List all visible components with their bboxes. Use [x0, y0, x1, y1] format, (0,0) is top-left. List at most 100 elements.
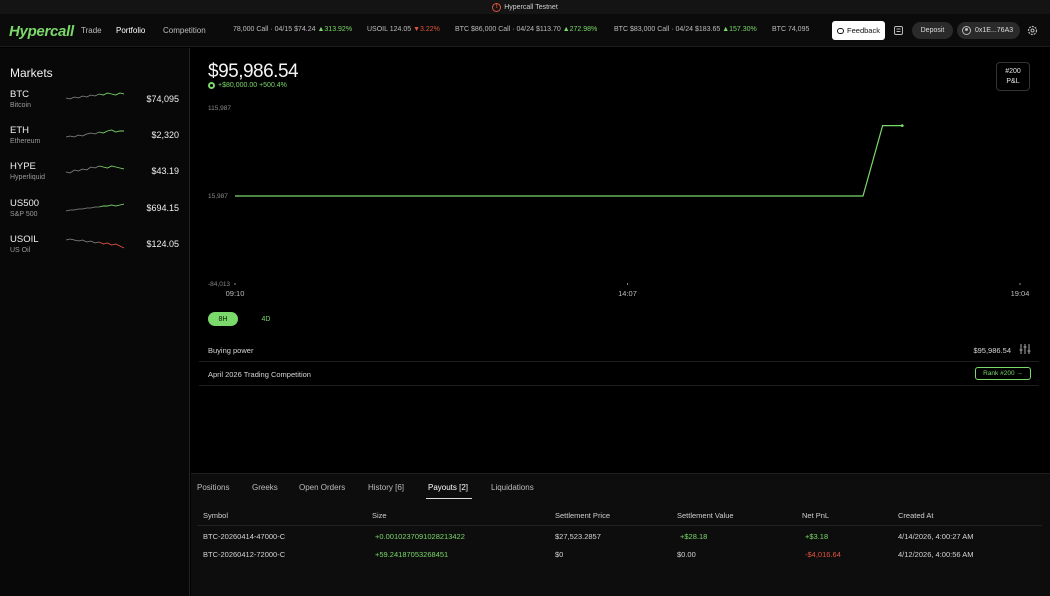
- table-row[interactable]: BTC-20260412-72000-C +59.24187053268451 …: [197, 545, 1042, 563]
- cell-settlement-price: $0: [555, 550, 564, 559]
- rank-badge[interactable]: #200 P&L: [996, 62, 1030, 91]
- ticker-price: 74,095: [787, 26, 810, 33]
- cell-size: +59.24187053268451: [375, 550, 449, 559]
- tab-liquidations[interactable]: Liquidations: [491, 483, 534, 492]
- range-button-8h[interactable]: 8H: [208, 312, 238, 326]
- ticker-item[interactable]: BTC 74,095: [772, 26, 809, 33]
- pnl-chart: 115,987 15,987 -84,01309:10 14:07 19:04: [208, 105, 1030, 298]
- portfolio-value: $95,986.54: [208, 61, 299, 82]
- market-row-usoil[interactable]: USOIL US Oil $124.05: [0, 234, 189, 266]
- cell-settlement-value: $0.00: [677, 550, 696, 559]
- tab-open-orders[interactable]: Open Orders: [299, 483, 345, 492]
- buying-power-label: Buying power: [208, 346, 254, 355]
- nav-link-trade[interactable]: Trade: [81, 26, 102, 35]
- cell-symbol: BTC-20260414-47000-C: [203, 532, 286, 541]
- sparkline-recent: [99, 165, 124, 170]
- tab-history[interactable]: History [6]: [368, 483, 404, 492]
- market-name: Hyperliquid: [10, 174, 46, 181]
- competition-label: April 2026 Trading Competition: [208, 370, 311, 379]
- market-sparkline: [66, 129, 124, 138]
- column-header-size[interactable]: Size: [372, 511, 387, 520]
- notification-icon[interactable]: [892, 24, 905, 37]
- column-header-settlement-value[interactable]: Settlement Value: [677, 511, 734, 520]
- top-nav: Hypercall Trade Portfolio Competition 78…: [0, 14, 1050, 47]
- column-header-symbol[interactable]: Symbol: [203, 511, 228, 520]
- rank-number: #200: [1005, 68, 1021, 75]
- ticker-name: BTC $86,000 Call · 04/24: [455, 26, 534, 33]
- cell-created-at: 4/14/2026, 4:00:27 AM: [898, 532, 974, 541]
- chat-icon: [837, 27, 845, 34]
- market-name: Ethereum: [10, 138, 41, 145]
- market-row-btc[interactable]: BTC Bitcoin $74,095: [0, 89, 189, 121]
- wallet-button[interactable]: 0x1E...76A3: [957, 22, 1020, 39]
- ticker-name: USOIL: [367, 26, 388, 33]
- market-name: Bitcoin: [10, 102, 32, 109]
- competition-rank-button[interactable]: Rank #200 →: [975, 367, 1031, 380]
- ticker-item[interactable]: 78,000 Call · 04/15 $74.24 ▲313.92%: [233, 26, 352, 33]
- column-header-created-at[interactable]: Created At: [898, 511, 933, 520]
- market-symbol: HYPE: [10, 161, 36, 172]
- range-button-4d[interactable]: 4D: [253, 312, 279, 326]
- column-header-net-pnl[interactable]: Net PnL: [802, 511, 829, 520]
- rank-label: P&L: [1006, 78, 1020, 85]
- sliders-icon[interactable]: [1019, 343, 1031, 355]
- gear-icon[interactable]: [1026, 24, 1039, 37]
- feedback-button[interactable]: Feedback: [832, 21, 885, 40]
- table-row[interactable]: BTC-20260414-47000-C +0.0010237091028213…: [197, 527, 1042, 545]
- portfolio-main: $95,986.54 +$80,000.00 +500.4% #200 P&L …: [191, 48, 1050, 596]
- nav-link-portfolio[interactable]: Portfolio: [116, 26, 145, 35]
- buying-power-row: Buying power $95,986.54: [199, 338, 1039, 362]
- ticker-item[interactable]: BTC $83,000 Call · 04/24 $183.65 ▲157.30…: [614, 26, 757, 33]
- market-row-hype[interactable]: HYPE Hyperliquid $43.19: [0, 161, 189, 193]
- warning-icon: !: [492, 2, 502, 12]
- banner-text: Hypercall Testnet: [504, 3, 558, 11]
- ticker-name: BTC $83,000 Call · 04/24: [614, 26, 693, 33]
- ticker-item[interactable]: USOIL 124.05 ▼3.22%: [367, 26, 440, 33]
- tab-greeks[interactable]: Greeks: [252, 483, 278, 492]
- ticker-change: ▼3.22%: [413, 26, 440, 33]
- table-divider: [197, 525, 1042, 526]
- market-price: $2,320: [151, 130, 179, 140]
- sparkline-history: [66, 206, 100, 212]
- sparkline-history: [66, 238, 100, 244]
- tab-payouts[interactable]: Payouts [2]: [428, 483, 468, 492]
- testnet-banner: ! Hypercall Testnet: [0, 0, 1050, 14]
- market-row-us500[interactable]: US500 S&P 500 $694.15: [0, 198, 189, 230]
- sparkline-recent: [99, 129, 124, 134]
- pnl-series-line: [235, 125, 903, 197]
- sparkline-recent: [98, 241, 124, 249]
- sparkline-history: [66, 165, 100, 174]
- ticker-name: 78,000 Call · 04/15: [233, 26, 293, 33]
- ticker-price: $113.70: [535, 26, 561, 33]
- x-tick-label: 19:04: [1011, 289, 1030, 298]
- sparkline-history: [66, 93, 100, 100]
- ticker-name: BTC: [772, 26, 786, 33]
- market-sparkline: [66, 203, 124, 212]
- orders-panel: Positions Greeks Open Orders History [6]…: [191, 473, 1050, 596]
- cell-created-at: 4/12/2026, 4:00:56 AM: [898, 550, 974, 559]
- sparkline-recent: [99, 203, 124, 208]
- market-symbol: USOIL: [10, 234, 39, 245]
- portfolio-change-text: +$80,000.00 +500.4%: [218, 82, 287, 89]
- market-symbol: US500: [10, 198, 40, 209]
- x-tick-label: 14:07: [618, 289, 637, 298]
- market-price: $74,095: [146, 94, 179, 104]
- market-name: S&P 500: [10, 211, 38, 218]
- column-header-settlement-price[interactable]: Settlement Price: [555, 511, 610, 520]
- wallet-address: 0x1E...76A3: [975, 27, 1014, 34]
- market-sparkline: [66, 165, 124, 174]
- nav-link-competition[interactable]: Competition: [163, 26, 206, 35]
- y-tick-label: 115,987: [208, 105, 231, 112]
- ticker-change: ▲157.30%: [722, 26, 757, 33]
- tab-positions[interactable]: Positions: [197, 483, 229, 492]
- ticker-price: 124.05: [389, 26, 412, 33]
- active-tab-indicator: [426, 498, 472, 499]
- market-symbol: BTC: [10, 89, 29, 100]
- market-row-eth[interactable]: ETH Ethereum $2,320: [0, 125, 189, 157]
- markets-sidebar: Markets BTC Bitcoin $74,095 ETH Ethereum…: [0, 48, 190, 596]
- sparkline-recent: [99, 92, 124, 96]
- deposit-button[interactable]: Deposit: [912, 22, 953, 39]
- market-price: $124.05: [146, 239, 179, 249]
- ticker-item[interactable]: BTC $86,000 Call · 04/24 $113.70 ▲272.98…: [455, 26, 597, 33]
- logo[interactable]: Hypercall: [9, 23, 74, 40]
